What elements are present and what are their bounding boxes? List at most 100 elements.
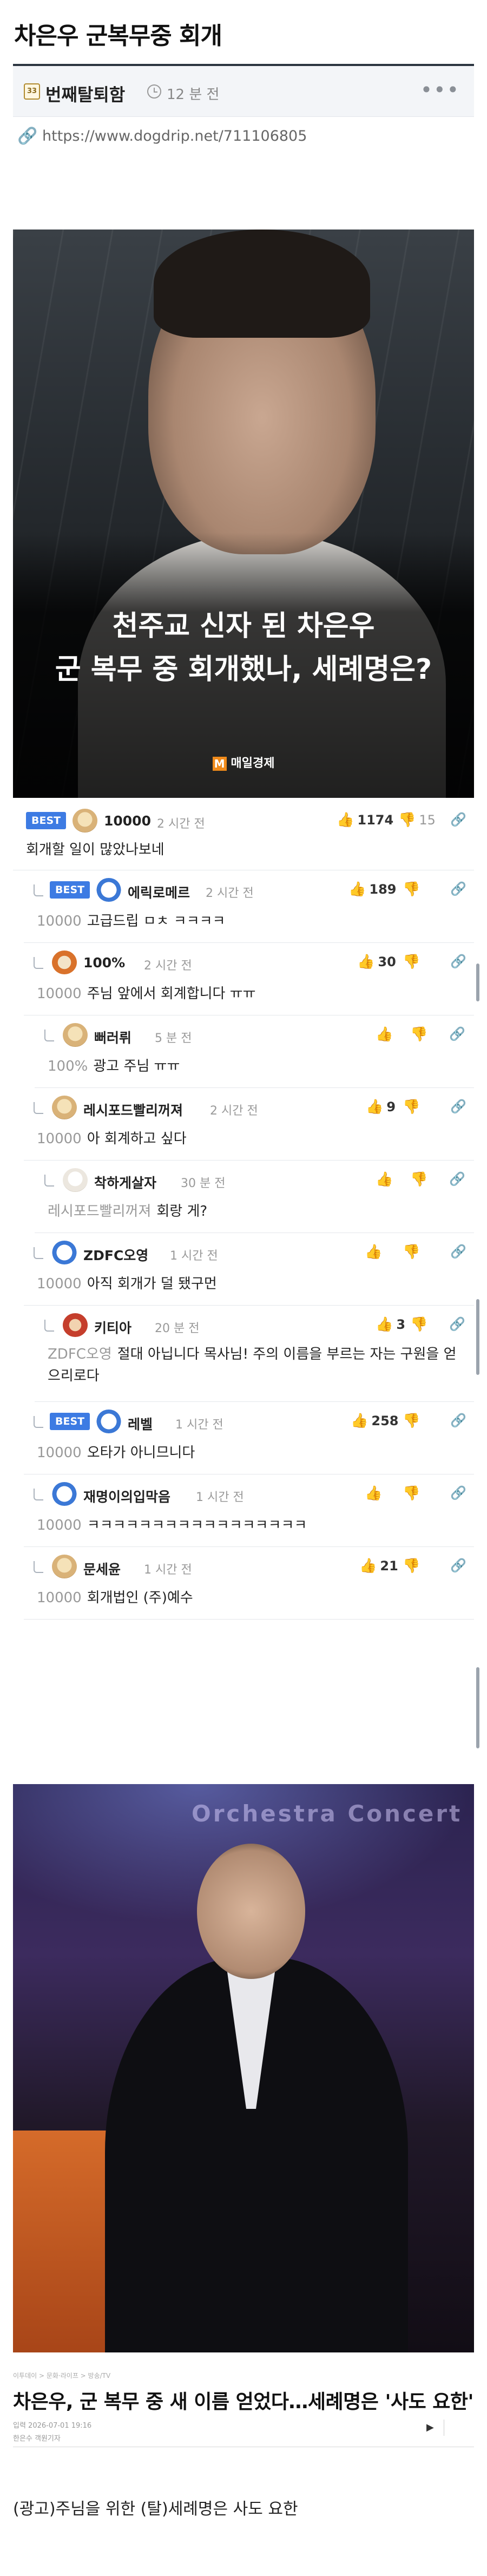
comment-author[interactable]: 뻐러뤼: [94, 1027, 131, 1047]
dislike-button[interactable]: 👎 15: [398, 812, 436, 828]
like-button[interactable]: 👍 9: [366, 1099, 396, 1115]
like-button[interactable]: 👍 21: [359, 1558, 398, 1574]
comment-scrollbar[interactable]: [476, 1299, 479, 1375]
like-button[interactable]: 👍: [365, 1485, 385, 1502]
comment-author[interactable]: 착하게살자: [94, 1172, 156, 1192]
post-url[interactable]: https://www.dogdrip.net/711106805: [42, 128, 307, 145]
paperclip-icon[interactable]: 🔗: [450, 812, 466, 827]
play-icon[interactable]: ▶: [426, 2422, 434, 2433]
comment-scrollbar[interactable]: [476, 963, 479, 1001]
thumbs-up-icon: 👍: [357, 954, 375, 970]
reply-to: ZDFC오영: [48, 1346, 112, 1362]
comment-author[interactable]: ZDFC오영: [83, 1245, 148, 1264]
paperclip-icon[interactable]: 🔗: [449, 1316, 465, 1332]
avatar[interactable]: [63, 1023, 88, 1047]
article-date: 입력 2026-07-01 19:16: [13, 2422, 92, 2430]
thumbs-up-icon: 👍: [365, 1244, 383, 1260]
like-button[interactable]: 👍 30: [357, 954, 396, 970]
comment-item: 착하게살자 30 분 전 👍 👎 🔗 레시포드빨리꺼져 회랑 게?: [35, 1161, 474, 1233]
paperclip-icon[interactable]: 🔗: [450, 954, 466, 969]
comment-time: 1 시간 전: [170, 1249, 218, 1263]
avatar[interactable]: [63, 1168, 88, 1192]
comment-author[interactable]: 100%: [83, 955, 125, 971]
comment-author[interactable]: 재명이의입막음: [83, 1486, 170, 1506]
category-icon: 33: [24, 83, 40, 100]
image-caption-line2: 군 복무 중 회개했나, 세례명은?: [55, 653, 432, 686]
dislike-button[interactable]: 👎: [410, 1026, 431, 1043]
dislike-button[interactable]: 👎: [403, 881, 423, 897]
avatar[interactable]: [52, 1482, 77, 1506]
avatar[interactable]: [52, 1096, 77, 1119]
comment-item: 문세윤 1 시간 전 👍 21 👎 🔗 10000 회개법인 (주)예수: [24, 1547, 474, 1620]
avatar[interactable]: [52, 1241, 77, 1264]
like-button[interactable]: 👍 1174: [337, 812, 393, 828]
article-title: 차은우, 군 복무 중 새 이름 얻었다…세례명은 '사도 요한': [13, 2391, 474, 2413]
dislike-button[interactable]: 👎: [410, 1316, 431, 1333]
comment-item: ZDFC오영 1 시간 전 👍 👎 🔗 10000 아직 회개가 덜 됐구먼: [24, 1233, 474, 1306]
dislike-button[interactable]: 👎: [403, 1244, 423, 1260]
comment-text: 10000 고급드립 ㅁㅊ ㅋㅋㅋㅋ: [37, 913, 226, 929]
like-button[interactable]: 👍 3: [376, 1316, 405, 1333]
comment-author[interactable]: 문세윤: [83, 1559, 121, 1578]
reply-to: 10000: [37, 1445, 82, 1461]
page: 차은우 군복무중 회개 33 번째탈퇴함 12 분 전 ••• 🔗 https:…: [0, 0, 487, 2576]
paperclip-icon[interactable]: 🔗: [449, 1171, 465, 1187]
avatar[interactable]: [63, 1313, 88, 1337]
comment-time: 20 분 전: [155, 1322, 200, 1335]
article-breadcrumb: 이투데이 > 문화·라이프 > 방송/TV: [13, 2372, 111, 2380]
paperclip-icon[interactable]: 🔗: [449, 1026, 465, 1041]
thumbs-down-icon: 👎: [403, 1244, 420, 1260]
paperclip-icon[interactable]: 🔗: [450, 1244, 466, 1259]
dislike-button[interactable]: 👎: [403, 1558, 423, 1574]
reply-arrow-icon: [34, 1561, 43, 1573]
avatar[interactable]: [96, 878, 121, 902]
comment-text: 10000 회개법인 (주)예수: [37, 1590, 193, 1606]
news-thumbnail-image[interactable]: 천주교 신자 된 차은우 군 복무 중 회개했나, 세례명은? M 매일경제: [13, 230, 474, 798]
clock-icon: [147, 84, 161, 99]
thumbs-down-icon: 👎: [403, 881, 420, 897]
comment-author[interactable]: 10000: [104, 813, 151, 829]
article-audio-controls: ▶: [420, 2420, 474, 2436]
dislike-button[interactable]: 👎: [403, 954, 423, 970]
comment-time: 1 시간 전: [144, 1563, 192, 1577]
comment-author[interactable]: 레시포드빨리꺼져: [83, 1100, 183, 1119]
like-button[interactable]: 👍: [376, 1026, 396, 1043]
thumbs-up-icon: 👍: [376, 1316, 393, 1333]
like-button[interactable]: 👍 189: [348, 881, 396, 897]
thumbs-down-icon: 👎: [403, 1558, 420, 1574]
dislike-button[interactable]: 👎: [410, 1171, 431, 1188]
post-time: 12 분 전: [167, 87, 220, 103]
paperclip-icon[interactable]: 🔗: [450, 1413, 466, 1428]
dislike-button[interactable]: 👎: [403, 1413, 423, 1429]
comment-item: 뻐러뤼 5 분 전 👍 👎 🔗 100% 광고 주님 ㅠㅠ: [35, 1015, 474, 1088]
comment-item: 레시포드빨리꺼져 2 시간 전 👍 9 👎 🔗 10000 아 회계하고 싶다: [24, 1088, 474, 1161]
reply-arrow-icon: [34, 957, 43, 969]
concert-photo[interactable]: Orchestra Concert: [13, 1784, 474, 2352]
comment-author[interactable]: 에릭로메르: [128, 882, 190, 902]
image-caption-line1: 천주교 신자 된 차은우: [112, 610, 375, 643]
paperclip-icon[interactable]: 🔗: [450, 1099, 466, 1114]
avatar[interactable]: [73, 809, 97, 833]
category-link[interactable]: 번째탈퇴함: [45, 81, 125, 106]
comment-author[interactable]: 레벨: [128, 1414, 153, 1433]
more-options-button[interactable]: •••: [420, 78, 460, 102]
dislike-button[interactable]: 👎: [403, 1099, 423, 1115]
comment-scrollbar[interactable]: [476, 1667, 479, 1748]
like-button[interactable]: 👍 258: [351, 1413, 398, 1429]
paperclip-icon[interactable]: 🔗: [450, 881, 466, 896]
dislike-button[interactable]: 👎: [403, 1485, 423, 1502]
paperclip-icon[interactable]: 🔗: [450, 1558, 466, 1573]
avatar[interactable]: [52, 951, 77, 974]
like-button[interactable]: 👍: [376, 1171, 396, 1188]
comment-author[interactable]: 키티아: [94, 1318, 131, 1337]
like-button[interactable]: 👍: [365, 1244, 385, 1260]
paperclip-icon[interactable]: 🔗: [450, 1485, 466, 1500]
comment-text: 10000 ㅋㅋㅋㅋㅋㅋㅋㅋㅋㅋㅋㅋㅋㅋㅋㅋㅋ: [37, 1517, 307, 1533]
comment-time: 2 시간 전: [144, 959, 192, 973]
thumbs-down-icon: 👎: [398, 812, 416, 828]
reply-to: 10000: [37, 913, 82, 929]
avatar[interactable]: [52, 1555, 77, 1578]
best-badge: BEST: [50, 881, 90, 899]
avatar[interactable]: [96, 1410, 121, 1433]
reply-to: 10000: [37, 986, 82, 1002]
